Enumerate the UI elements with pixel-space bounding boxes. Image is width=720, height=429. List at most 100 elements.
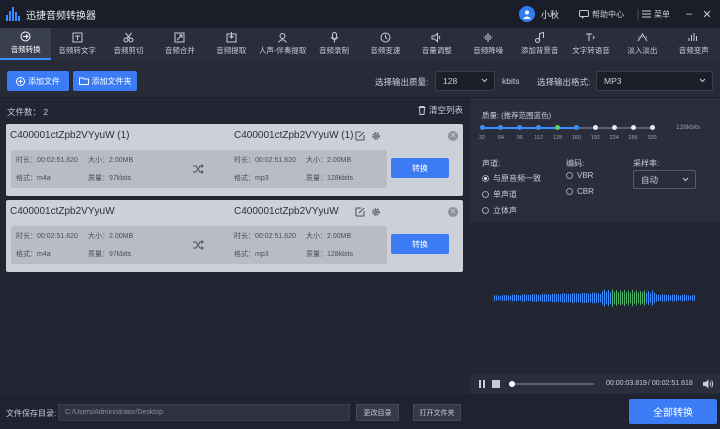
- tab-scissors[interactable]: 音频剪切: [103, 28, 154, 60]
- quality-slider-stop[interactable]: [498, 125, 504, 130]
- stop-icon[interactable]: [492, 380, 500, 388]
- quality-slider[interactable]: [479, 125, 655, 130]
- waveform-panel: [470, 222, 720, 374]
- chevron-down-icon: [682, 177, 689, 182]
- samplerate-select[interactable]: 自动: [633, 170, 696, 189]
- tab-extract[interactable]: 音频提取: [206, 28, 257, 60]
- waveform-bar: [554, 293, 555, 303]
- quality-slider-stop[interactable]: [517, 125, 523, 130]
- quality-slider-stop[interactable]: [592, 125, 598, 130]
- waveform-bar: [666, 294, 667, 302]
- waveform-bar: [692, 294, 693, 302]
- tab-tts[interactable]: 文字转语音: [565, 28, 616, 60]
- tab-volume[interactable]: 音量调整: [411, 28, 462, 60]
- remove-file-button[interactable]: ✕: [448, 207, 458, 217]
- help-center-button[interactable]: 帮助中心: [579, 9, 624, 20]
- waveform-bar: [502, 294, 503, 302]
- feature-toolbar: 音频转换 音频转文字 音频剪切 音频合并 音频提取 人声-伴奏提取 音频录制 音频变速 音量调整…: [0, 28, 720, 60]
- tab-mic[interactable]: 音频录制: [308, 28, 359, 60]
- waveform-bar: [682, 294, 683, 302]
- close-window-button[interactable]: ✕: [698, 8, 716, 21]
- tab-label: 添加背景音: [520, 46, 559, 55]
- tab-convert[interactable]: 音频转换: [0, 28, 52, 60]
- open-folder-button[interactable]: 打开文件夹: [413, 404, 461, 421]
- waveform-bar: [600, 293, 601, 303]
- quality-slider-stop[interactable]: [649, 125, 655, 130]
- waveform-bar: [524, 294, 525, 302]
- quality-slider-stop[interactable]: [573, 125, 579, 130]
- tab-bgm[interactable]: 添加背景音: [514, 28, 565, 60]
- channel-option-mono[interactable]: 单声道: [482, 189, 517, 200]
- settings-gear-icon[interactable]: [371, 131, 381, 141]
- volume-icon: [431, 32, 441, 43]
- waveform-bar: [616, 290, 617, 306]
- divider: |: [636, 8, 640, 20]
- change-directory-button[interactable]: 更改目录: [356, 404, 399, 421]
- waveform-bar: [566, 293, 567, 303]
- quality-select[interactable]: 128: [435, 71, 495, 91]
- add-folder-button[interactable]: 添加文件夹: [73, 71, 137, 91]
- save-path-value: C:/Users/Administrator/Desktop: [65, 409, 164, 416]
- waveform-bar: [518, 295, 519, 301]
- quality-slider-stop[interactable]: [555, 125, 561, 130]
- waveform-bar: [654, 292, 655, 304]
- folder-icon: [78, 77, 89, 85]
- add-file-label: 添加文件: [28, 76, 60, 86]
- clear-list-button[interactable]: 清空列表: [418, 104, 463, 116]
- waveform-bar: [634, 292, 635, 304]
- channel-option-label: 单声道: [493, 190, 517, 199]
- help-icon: [579, 9, 589, 19]
- waveform-bar: [546, 294, 547, 302]
- menu-button[interactable]: 菜单: [642, 9, 670, 20]
- quality-slider-stop[interactable]: [630, 125, 636, 130]
- quality-slider-stop[interactable]: [611, 125, 617, 130]
- edit-icon[interactable]: [355, 131, 365, 141]
- waveform-bar: [594, 292, 595, 304]
- user-name[interactable]: 小秋: [541, 8, 559, 21]
- minimize-button[interactable]: –: [680, 8, 698, 20]
- source-file-name: C400001ctZpb2VYyuW (1): [10, 130, 130, 141]
- waveform-bar: [496, 295, 497, 301]
- encode-option-vbr[interactable]: VBR: [566, 171, 593, 180]
- convert-button[interactable]: 转换: [391, 158, 449, 178]
- save-dir-label: 文件保存目录:: [6, 409, 57, 418]
- waveform-bar: [602, 291, 603, 305]
- edit-icon[interactable]: [355, 207, 365, 217]
- encode-option-cbr[interactable]: CBR: [566, 187, 594, 196]
- waveform-bar: [676, 295, 677, 301]
- open-folder-label: 打开文件夹: [419, 409, 455, 417]
- waveform-bar: [528, 294, 529, 302]
- playback-progress-bar[interactable]: [508, 381, 594, 387]
- tab-speed[interactable]: 音频变速: [360, 28, 411, 60]
- quality-tick-label: 160: [571, 135, 582, 141]
- settings-gear-icon[interactable]: [371, 207, 381, 217]
- convert-button[interactable]: 转换: [391, 234, 449, 254]
- tab-denoise[interactable]: 音频降噪: [463, 28, 514, 60]
- format-select[interactable]: MP3: [596, 71, 713, 91]
- quality-slider-stop[interactable]: [536, 125, 542, 130]
- file-list-pane: 文件数： 2 清空列表 C400001ctZpb2VYyuW (1) C40000…: [0, 98, 470, 394]
- pause-icon[interactable]: [478, 380, 486, 388]
- tab-fade[interactable]: 淡入淡出: [617, 28, 668, 60]
- playback-progress-knob[interactable]: [508, 381, 515, 387]
- tab-merge[interactable]: 音频合并: [154, 28, 205, 60]
- add-file-button[interactable]: 添加文件: [7, 71, 69, 91]
- channel-option-original[interactable]: 与原音频一致: [482, 173, 541, 184]
- remove-file-button[interactable]: ✕: [448, 131, 458, 141]
- fade-icon: [637, 33, 648, 42]
- channel-option-stereo[interactable]: 立体声: [482, 205, 517, 216]
- waveform-bar: [552, 293, 553, 303]
- tab-text[interactable]: 音频转文字: [51, 28, 102, 60]
- waveform-bar: [590, 293, 591, 303]
- waveform: [494, 289, 695, 307]
- quality-slider-stop[interactable]: [479, 125, 485, 130]
- volume-icon[interactable]: [703, 379, 714, 389]
- tab-voicechange[interactable]: 音频变声: [668, 28, 719, 60]
- user-avatar[interactable]: [518, 6, 535, 22]
- chevron-down-icon: [481, 78, 488, 83]
- tab-voice[interactable]: 人声-伴奏提取: [257, 28, 308, 60]
- source-duration: 时长：00:02:51.620: [16, 157, 78, 164]
- convert-all-button[interactable]: 全部转换: [629, 399, 717, 424]
- save-path-field[interactable]: C:/Users/Administrator/Desktop: [58, 404, 350, 421]
- waveform-bar: [588, 293, 589, 303]
